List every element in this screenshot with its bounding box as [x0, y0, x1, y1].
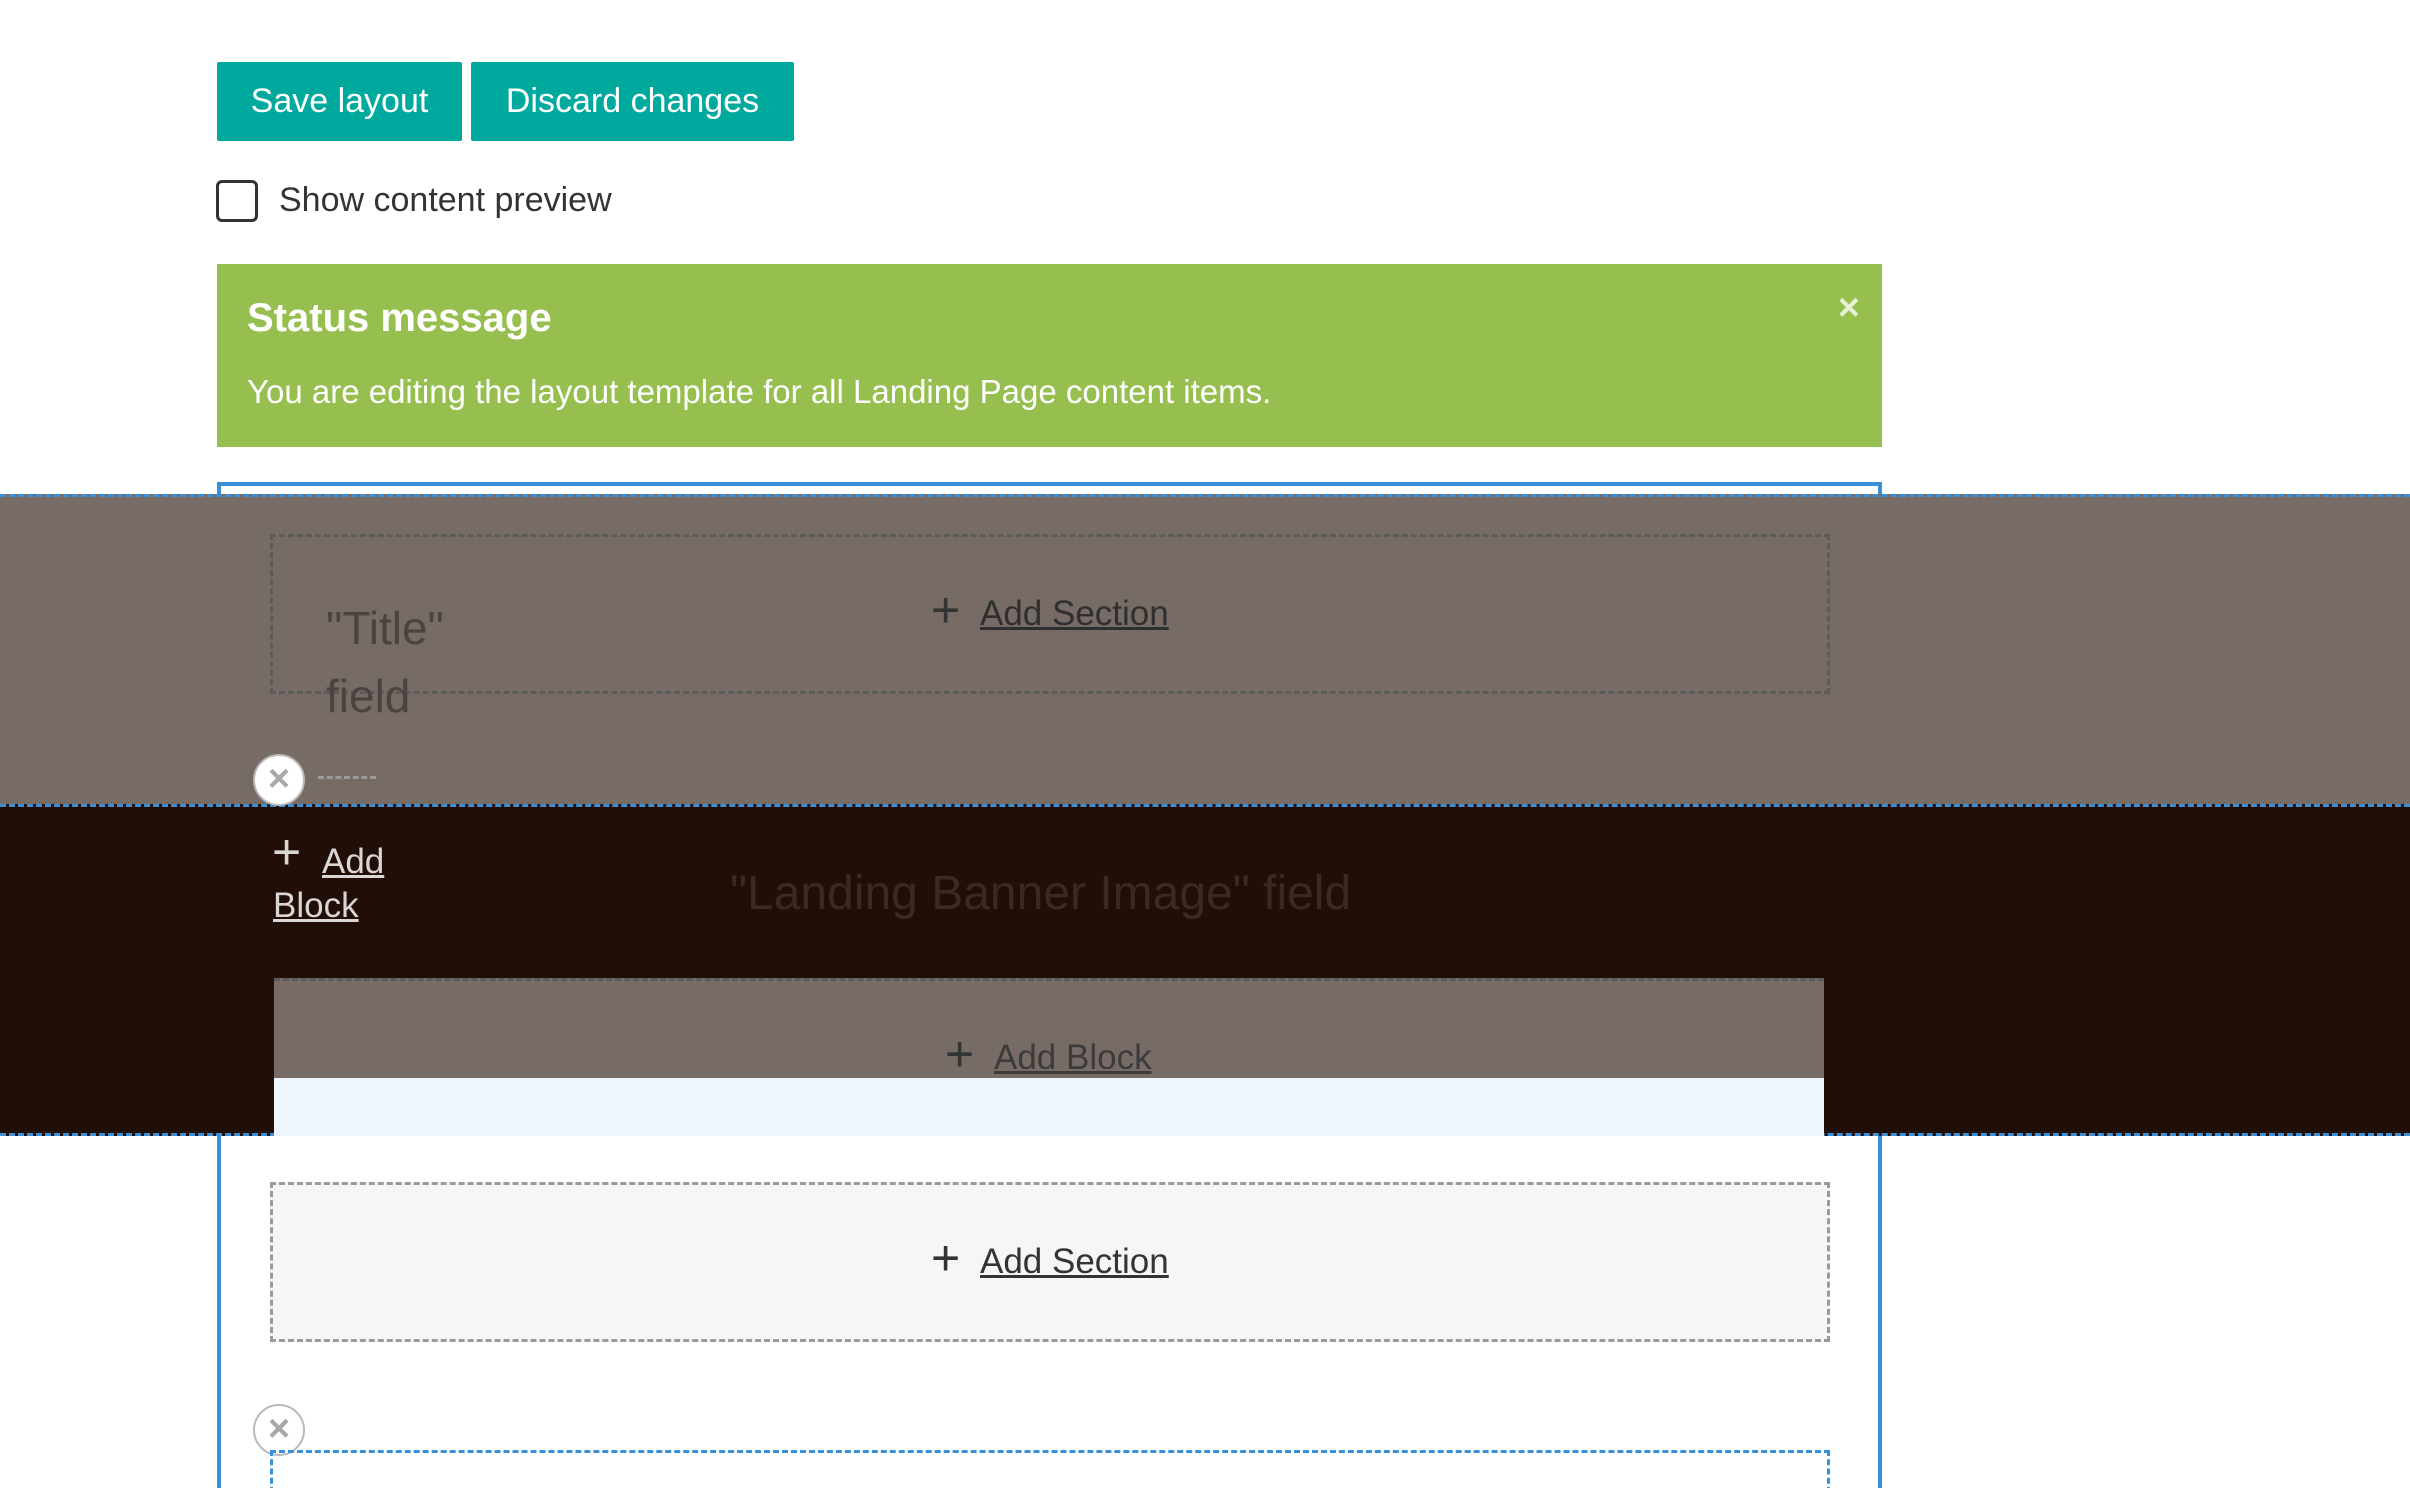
title-field-block: "Title" field: [326, 602, 444, 722]
show-content-preview-label[interactable]: Show content preview: [279, 179, 612, 221]
close-icon[interactable]: ×: [1838, 288, 1860, 328]
layout-builder-page: Save layout Discard changes Show content…: [0, 0, 2410, 1488]
close-circle-icon[interactable]: ×: [253, 1404, 305, 1456]
plus-icon: +: [931, 582, 961, 638]
banner-image-field-block: "Landing Banner Image" field: [730, 867, 1352, 920]
add-block-region-highlight: [274, 1078, 1824, 1136]
add-section-link-bottom[interactable]: Add Section: [980, 1242, 1169, 1282]
add-block-link-left-line2[interactable]: Block: [273, 886, 359, 926]
add-block-link-left[interactable]: Add: [322, 836, 402, 888]
plus-icon: +: [272, 824, 302, 880]
next-section-region: [270, 1450, 1830, 1488]
status-message-text: You are editing the layout template for …: [247, 373, 1272, 410]
add-block-link[interactable]: Add Block: [994, 1038, 1152, 1078]
add-section-link-top[interactable]: Add Section: [980, 594, 1169, 634]
status-message: Status message You are editing the layou…: [217, 264, 1882, 447]
plus-icon: +: [931, 1230, 961, 1286]
status-message-title: Status message: [247, 296, 552, 340]
close-circle-icon[interactable]: ×: [253, 754, 305, 806]
save-layout-button[interactable]: Save layout: [217, 62, 462, 141]
section-divider: [318, 776, 376, 779]
discard-changes-button[interactable]: Discard changes: [471, 62, 794, 141]
show-content-preview-checkbox[interactable]: [216, 180, 258, 222]
plus-icon: +: [945, 1026, 975, 1082]
